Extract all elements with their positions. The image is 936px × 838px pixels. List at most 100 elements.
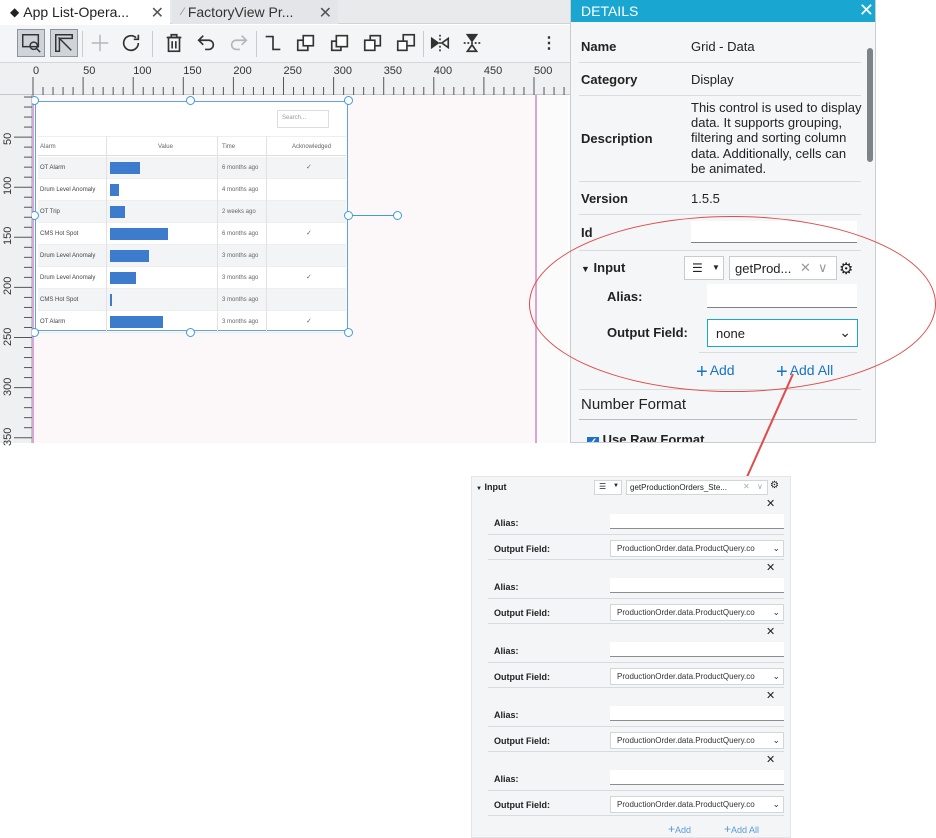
output-field-select[interactable]: ProductionOrder.data.ProductQuery.co ⌄	[610, 540, 784, 557]
flip-vertical-button[interactable]	[458, 29, 486, 57]
bring-to-front-button[interactable]	[326, 29, 354, 57]
rotate-handle[interactable]	[393, 211, 402, 220]
grid-toggle-button[interactable]	[50, 29, 78, 57]
trash-icon	[166, 33, 182, 53]
clear-icon[interactable]: ✕	[743, 482, 750, 491]
grid-search-input[interactable]: Search...	[277, 110, 329, 128]
output-field-label: Output Field:	[494, 736, 550, 746]
send-backward-button[interactable]	[359, 29, 387, 57]
close-icon[interactable]: ✕	[151, 3, 164, 23]
gear-icon[interactable]: ⚙	[770, 480, 779, 491]
resize-handle[interactable]	[344, 96, 353, 105]
remove-mapping-icon[interactable]: ✕	[766, 753, 775, 766]
alias-input[interactable]	[610, 706, 784, 721]
time-cell: 2 weeks ago	[222, 209, 256, 215]
close-icon[interactable]: ✕	[859, 0, 874, 21]
document-tab-bar: ◆ App List-Opera... ✕ ⁄ FactoryView Pr..…	[0, 0, 570, 24]
resize-handle[interactable]	[344, 328, 353, 337]
time-cell: 4 months ago	[222, 187, 259, 193]
chevron-down-icon: ⌄	[772, 607, 780, 617]
acknowledged-cell: ✓	[306, 318, 312, 325]
use-raw-format-checkbox[interactable]: ✓ Use Raw Format	[587, 432, 705, 442]
input-section-toggle[interactable]: ▼ Input	[476, 482, 506, 492]
remove-mapping-icon[interactable]: ✕	[766, 561, 775, 574]
more-options-button[interactable]: ⋮	[535, 29, 563, 57]
refresh-button[interactable]	[117, 29, 145, 57]
resize-handle[interactable]	[32, 328, 39, 337]
alias-input[interactable]	[610, 642, 784, 657]
column-header: Time	[222, 144, 236, 150]
remove-mapping-icon[interactable]: ✕	[766, 497, 775, 510]
acknowledged-cell: ✓	[306, 164, 312, 171]
redo-button[interactable]	[225, 29, 253, 57]
refresh-icon	[122, 34, 140, 52]
add-button[interactable]	[86, 29, 114, 57]
property-label: Category	[581, 72, 638, 87]
alias-input[interactable]	[610, 514, 784, 529]
datasource-type-select[interactable]: ☰ ▼	[594, 480, 622, 495]
grid-data-control[interactable]: Search... Alarm Value Time Acknowledged …	[35, 101, 348, 333]
value-bar	[110, 184, 119, 196]
tab-factory-view[interactable]: ⁄ FactoryView Pr... ✕	[172, 0, 338, 24]
remove-mapping-icon[interactable]: ✕	[766, 625, 775, 638]
scrollbar[interactable]	[867, 48, 873, 162]
flip-horizontal-icon	[430, 34, 450, 52]
alias-input[interactable]	[610, 578, 784, 593]
tab-app-list[interactable]: ◆ App List-Opera... ✕	[0, 0, 170, 24]
alarm-cell: OT Alarm	[40, 319, 66, 325]
chevron-down-icon: ⌄	[772, 735, 780, 745]
page-area[interactable]: Search... Alarm Value Time Acknowledged …	[32, 95, 537, 443]
output-field-select[interactable]: ProductionOrder.data.ProductQuery.co ⌄	[610, 732, 784, 749]
bring-forward-icon	[296, 34, 315, 52]
output-field-select[interactable]: ProductionOrder.data.ProductQuery.co ⌄	[610, 668, 784, 685]
design-canvas[interactable]: Search... Alarm Value Time Acknowledged …	[32, 95, 568, 443]
output-field-row: Output Field: ProductionOrder.data.Produc…	[488, 538, 784, 560]
property-value: Display	[691, 72, 734, 87]
resize-handle[interactable]	[344, 211, 353, 220]
number-format-heading: Number Format	[581, 396, 687, 413]
table-row[interactable]: OT Trip 2 weeks ago	[38, 201, 346, 223]
horizontal-ruler: 0 50 100 150 200 250 300 350 400 450 500	[0, 63, 570, 95]
send-to-back-button[interactable]	[392, 29, 420, 57]
table-row[interactable]: OT Alarm 6 months ago ✓	[38, 157, 346, 179]
property-row-name: Name Grid - Data	[579, 28, 861, 63]
property-label: Name	[581, 39, 617, 54]
time-cell: 6 months ago	[222, 165, 259, 171]
ruler-label: 450	[483, 65, 503, 77]
preview-toggle-button[interactable]	[17, 29, 45, 57]
output-field-row: Output Field: ProductionOrder.data.Produc…	[488, 730, 784, 752]
resize-handle[interactable]	[186, 96, 195, 105]
table-row[interactable]: Drum Level Anomaly 3 months ago ✓	[38, 267, 346, 289]
datasource-select[interactable]: getProductionOrders_Ste... ✕ ∨	[626, 480, 768, 495]
flip-horizontal-button[interactable]	[426, 29, 454, 57]
table-row[interactable]: Drum Level Anomaly 3 months ago	[38, 245, 346, 267]
ruler-grid-icon	[55, 34, 73, 52]
alias-input[interactable]	[610, 770, 784, 785]
ruler-label: 150	[2, 226, 14, 246]
close-icon[interactable]: ✕	[319, 3, 332, 23]
add-all-button[interactable]: +Add All	[724, 822, 759, 836]
alias-label: Alias:	[494, 582, 519, 592]
acknowledged-cell: ✓	[306, 274, 312, 281]
table-row[interactable]: CMS Hot Spot 6 months ago ✓	[38, 223, 346, 245]
table-row[interactable]: Drum Level Anomaly 4 months ago	[38, 179, 346, 201]
details-header: DETAILS ✕	[571, 0, 875, 22]
remove-mapping-icon[interactable]: ✕	[766, 689, 775, 702]
undo-button[interactable]	[192, 29, 220, 57]
bring-forward-button[interactable]	[292, 29, 320, 57]
property-row-version: Version 1.5.5	[579, 182, 861, 215]
table-row[interactable]: CMS Hot Spot 3 months ago	[38, 289, 346, 311]
ruler-label: 300	[2, 377, 14, 396]
property-row-description: Description This control is used to disp…	[579, 96, 862, 182]
bring-to-front-icon	[330, 34, 349, 52]
resize-handle[interactable]	[186, 328, 195, 337]
tab-title: App List-Opera...	[23, 4, 130, 20]
delete-button[interactable]	[160, 29, 188, 57]
ruler-label: 250	[283, 65, 302, 77]
output-field-select[interactable]: ProductionOrder.data.ProductQuery.co ⌄	[610, 604, 784, 621]
add-button[interactable]: +Add	[668, 822, 691, 836]
connector-button[interactable]	[259, 29, 287, 57]
value-bar	[110, 272, 136, 284]
checkbox-checked-icon: ✓	[587, 437, 599, 442]
output-field-select[interactable]: ProductionOrder.data.ProductQuery.co ⌄	[610, 796, 784, 813]
